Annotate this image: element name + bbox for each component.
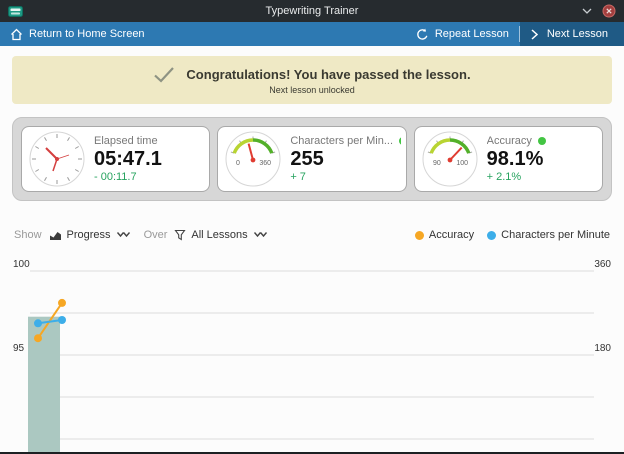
svg-text:95: 95 bbox=[13, 343, 25, 354]
stats-panel: Elapsed time 05:47.1 - 00:11.7 0 360 bbox=[12, 117, 612, 201]
home-button-label: Return to Home Screen bbox=[29, 28, 145, 40]
gauge-max-label: 360 bbox=[260, 160, 272, 167]
clock-icon bbox=[29, 131, 85, 187]
stat-label: Characters per Min... bbox=[290, 135, 393, 147]
stat-delta: + 7 bbox=[290, 171, 400, 183]
banner-subtitle: Next lesson unlocked bbox=[269, 85, 355, 95]
legend-accuracy-dot bbox=[415, 231, 424, 240]
stat-delta: - 00:11.7 bbox=[94, 171, 162, 183]
window-titlebar: Typewriting Trainer bbox=[0, 0, 624, 22]
gauge-max-label: 100 bbox=[456, 160, 468, 167]
home-icon bbox=[10, 28, 23, 41]
close-button[interactable] bbox=[602, 4, 616, 18]
legend-cpm: Characters per Minute bbox=[487, 229, 610, 241]
graph-type-dropdown[interactable]: Progress bbox=[49, 229, 131, 241]
filter-icon bbox=[174, 229, 186, 241]
next-lesson-label: Next Lesson bbox=[547, 28, 608, 40]
svg-text:180: 180 bbox=[594, 343, 611, 354]
home-button[interactable]: Return to Home Screen bbox=[0, 22, 155, 46]
svg-text:360: 360 bbox=[594, 259, 611, 270]
chevron-down-icon[interactable] bbox=[582, 8, 592, 14]
app-icon bbox=[8, 4, 23, 19]
lesson-filter-dropdown[interactable]: All Lessons bbox=[174, 229, 267, 241]
graph-type-icon bbox=[49, 229, 62, 241]
gauge-min-label: 90 bbox=[433, 160, 441, 167]
stat-value: 05:47.1 bbox=[94, 148, 162, 170]
stat-label: Elapsed time bbox=[94, 135, 158, 147]
toolbar: Return to Home Screen Repeat Lesson Next… bbox=[0, 22, 624, 46]
repeat-icon bbox=[416, 28, 429, 41]
stat-value: 98.1% bbox=[487, 148, 546, 170]
lesson-filter-value: All Lessons bbox=[191, 229, 247, 241]
gauge-min-label: 0 bbox=[236, 160, 240, 167]
stat-delta: + 2.1% bbox=[487, 171, 546, 183]
next-icon bbox=[531, 29, 538, 40]
status-dot bbox=[538, 137, 546, 145]
chevron-double-down-icon bbox=[253, 231, 268, 239]
legend-accuracy: Accuracy bbox=[415, 229, 474, 241]
progress-chart: 100 95 360 180 bbox=[0, 246, 624, 452]
chart-legend: Accuracy Characters per Minute bbox=[415, 229, 610, 241]
status-dot bbox=[399, 137, 401, 145]
legend-cpm-label: Characters per Minute bbox=[501, 229, 610, 241]
stat-label: Accuracy bbox=[487, 135, 532, 147]
svg-text:100: 100 bbox=[13, 259, 30, 270]
chart-controls: Show Progress Over All Lessons Accuracy … bbox=[0, 227, 624, 243]
chevron-double-down-icon bbox=[116, 231, 131, 239]
repeat-lesson-label: Repeat Lesson bbox=[435, 28, 509, 40]
show-label: Show bbox=[14, 229, 42, 241]
banner-title: Congratulations! You have passed the les… bbox=[186, 67, 470, 82]
speed-gauge-icon: 0 360 bbox=[225, 131, 281, 187]
success-banner: Congratulations! You have passed the les… bbox=[12, 56, 612, 104]
check-icon bbox=[153, 66, 175, 83]
stat-card-accuracy: 90 100 Accuracy 98.1% + 2.1% bbox=[414, 126, 603, 192]
progress-chart-svg: 100 95 360 180 bbox=[0, 246, 624, 452]
stat-card-cpm: 0 360 Characters per Min... 255 + 7 bbox=[217, 126, 406, 192]
stat-card-elapsed-time: Elapsed time 05:47.1 - 00:11.7 bbox=[21, 126, 210, 192]
over-label: Over bbox=[144, 229, 168, 241]
window-title: Typewriting Trainer bbox=[0, 5, 624, 17]
legend-cpm-dot bbox=[487, 231, 496, 240]
repeat-lesson-button[interactable]: Repeat Lesson bbox=[406, 22, 519, 46]
next-lesson-button[interactable]: Next Lesson bbox=[520, 22, 624, 46]
legend-accuracy-label: Accuracy bbox=[429, 229, 474, 241]
accuracy-gauge-icon: 90 100 bbox=[422, 131, 478, 187]
graph-type-value: Progress bbox=[67, 229, 111, 241]
stat-value: 255 bbox=[290, 148, 400, 170]
